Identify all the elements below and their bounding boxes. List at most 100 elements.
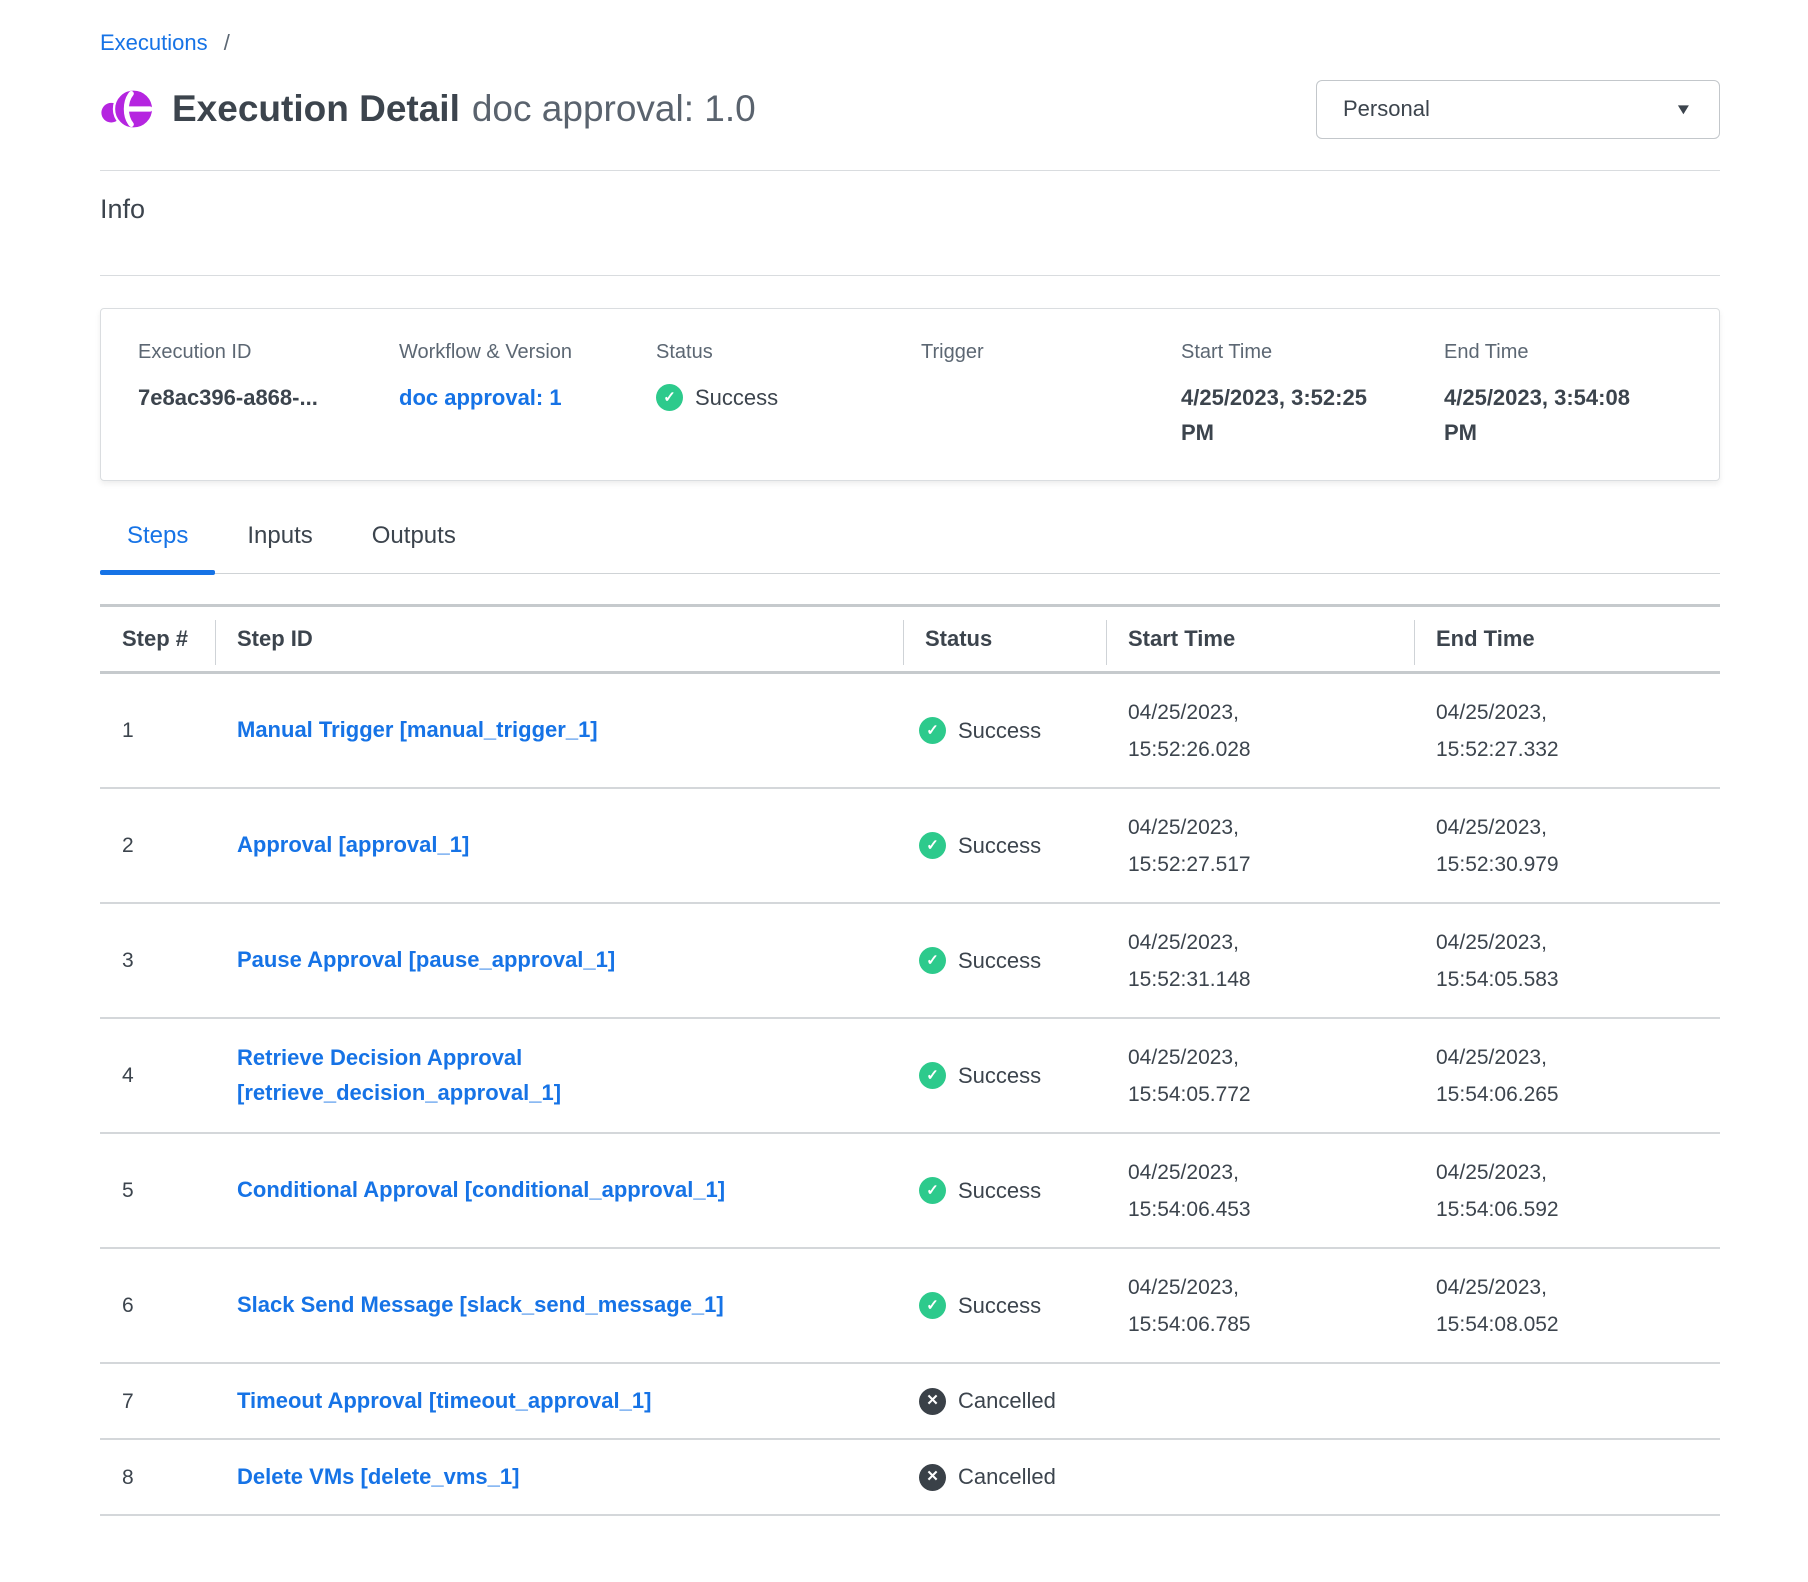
info-field-value: ✓Success [656, 380, 921, 415]
step-number: 7 [100, 1367, 215, 1436]
step-id-cell: Approval [approval_1] [215, 811, 903, 880]
end-time-cell [1414, 1367, 1720, 1436]
workflow-icon [100, 81, 156, 137]
step-id-link[interactable]: Timeout Approval [timeout_approval_1] [237, 1383, 651, 1418]
status-cell: ✕ Cancelled [903, 1446, 1106, 1508]
end-time-cell: 04/25/2023, 15:54:08.052 [1414, 1253, 1720, 1359]
info-field-label: End Time [1444, 339, 1699, 366]
scope-dropdown[interactable]: Personal ▼ [1316, 80, 1720, 139]
info-field-label: Workflow & Version [399, 339, 656, 366]
column-header-step-num: Step # [100, 607, 215, 671]
success-check-icon: ✓ [919, 1177, 946, 1204]
status-label: Cancelled [958, 1462, 1056, 1492]
success-check-icon: ✓ [919, 947, 946, 974]
start-time-cell: 04/25/2023, 15:52:26.028 [1106, 678, 1414, 784]
info-field: Trigger [921, 339, 1181, 450]
breadcrumb-separator: / [224, 30, 230, 55]
start-time-cell [1106, 1443, 1414, 1512]
steps-table-header: Step # Step ID Status Start Time End Tim… [100, 604, 1720, 674]
scope-dropdown-value: Personal [1343, 96, 1430, 122]
status-cell: ✓ Success [903, 930, 1106, 992]
success-check-icon: ✓ [919, 832, 946, 859]
column-header-start-time: Start Time [1106, 607, 1414, 671]
tab-steps[interactable]: Steps [100, 521, 215, 573]
info-field: Status ✓Success [656, 339, 921, 450]
divider [100, 275, 1720, 276]
table-row: 1 Manual Trigger [manual_trigger_1] ✓ Su… [100, 674, 1720, 789]
info-field: Execution ID 7e8ac396-a868-... [138, 339, 399, 450]
status-label: Success [958, 1061, 1041, 1091]
table-row: 2 Approval [approval_1] ✓ Success 04/25/… [100, 789, 1720, 904]
title-row: Execution Detail doc approval: 1.0 Person… [100, 78, 1720, 140]
table-row: 3 Pause Approval [pause_approval_1] ✓ Su… [100, 904, 1720, 1019]
info-heading: Info [100, 191, 1720, 227]
cancelled-x-icon: ✕ [919, 1388, 946, 1415]
step-number: 5 [100, 1156, 215, 1225]
tab-inputs[interactable]: Inputs [220, 521, 339, 573]
info-field-value: doc approval: 1 [399, 380, 656, 415]
status-label: Success [958, 831, 1041, 861]
breadcrumb-executions-link[interactable]: Executions [100, 30, 208, 55]
info-field-label: Status [656, 339, 921, 366]
column-header-end-time: End Time [1414, 607, 1720, 671]
step-id-cell: Timeout Approval [timeout_approval_1] [215, 1367, 903, 1436]
table-row: 7 Timeout Approval [timeout_approval_1] … [100, 1364, 1720, 1440]
chevron-down-icon: ▼ [1674, 101, 1693, 118]
start-time-cell: 04/25/2023, 15:52:31.148 [1106, 908, 1414, 1014]
step-id-link[interactable]: Conditional Approval [conditional_approv… [237, 1172, 725, 1207]
end-time-cell [1414, 1443, 1720, 1512]
column-header-status: Status [903, 607, 1106, 671]
status-cell: ✓ Success [903, 1275, 1106, 1337]
step-number: 6 [100, 1271, 215, 1340]
steps-table-body: 1 Manual Trigger [manual_trigger_1] ✓ Su… [100, 674, 1720, 1516]
info-field: End Time 4/25/2023, 3:54:08 PM [1444, 339, 1699, 450]
workflow-version-link[interactable]: doc approval: 1 [399, 385, 562, 410]
step-number: 1 [100, 696, 215, 765]
steps-table: Step # Step ID Status Start Time End Tim… [100, 604, 1720, 1516]
info-field-value: 4/25/2023, 3:52:25 PM [1181, 380, 1381, 450]
status-label: Success [958, 1176, 1041, 1206]
step-number: 2 [100, 811, 215, 880]
step-id-cell: Manual Trigger [manual_trigger_1] [215, 696, 903, 765]
status-cell: ✓ Success [903, 815, 1106, 877]
start-time-cell: 04/25/2023, 15:54:05.772 [1106, 1023, 1414, 1129]
info-field-label: Start Time [1181, 339, 1444, 366]
table-row: 6 Slack Send Message [slack_send_message… [100, 1249, 1720, 1364]
status-cell: ✓ Success [903, 700, 1106, 762]
end-time-cell: 04/25/2023, 15:52:27.332 [1414, 678, 1720, 784]
page-title: Execution Detail [172, 88, 460, 129]
step-id-cell: Delete VMs [delete_vms_1] [215, 1443, 903, 1512]
end-time-cell: 04/25/2023, 15:54:06.265 [1414, 1023, 1720, 1129]
step-id-link[interactable]: Manual Trigger [manual_trigger_1] [237, 712, 598, 747]
start-time-cell: 04/25/2023, 15:54:06.785 [1106, 1253, 1414, 1359]
status-label: Success [958, 946, 1041, 976]
tab-label: Inputs [247, 522, 312, 549]
tab-bar: Steps Inputs Outputs [100, 521, 1720, 574]
step-id-link[interactable]: Retrieve Decision Approval [retrieve_dec… [237, 1040, 797, 1110]
success-check-icon: ✓ [919, 1062, 946, 1089]
start-time-cell: 04/25/2023, 15:52:27.517 [1106, 793, 1414, 899]
start-time-cell [1106, 1367, 1414, 1436]
status-cell: ✕ Cancelled [903, 1370, 1106, 1432]
step-id-cell: Pause Approval [pause_approval_1] [215, 926, 903, 995]
step-id-link[interactable]: Pause Approval [pause_approval_1] [237, 942, 615, 977]
info-field: Workflow & Version doc approval: 1 [399, 339, 656, 450]
info-field-value: 7e8ac396-a868-... [138, 380, 399, 415]
page-subtitle: doc approval: 1.0 [472, 88, 756, 129]
step-id-link[interactable]: Delete VMs [delete_vms_1] [237, 1459, 519, 1494]
info-card: Execution ID 7e8ac396-a868-... Workflow … [100, 308, 1720, 481]
end-time-cell: 04/25/2023, 15:54:05.583 [1414, 908, 1720, 1014]
start-time-cell: 04/25/2023, 15:54:06.453 [1106, 1138, 1414, 1244]
cancelled-x-icon: ✕ [919, 1464, 946, 1491]
status-label: Cancelled [958, 1386, 1056, 1416]
tab-outputs[interactable]: Outputs [345, 521, 483, 573]
step-id-cell: Conditional Approval [conditional_approv… [215, 1156, 903, 1225]
info-field-value: 4/25/2023, 3:54:08 PM [1444, 380, 1644, 450]
table-row: 4 Retrieve Decision Approval [retrieve_d… [100, 1019, 1720, 1134]
step-id-link[interactable]: Slack Send Message [slack_send_message_1… [237, 1287, 724, 1322]
end-time-cell: 04/25/2023, 15:54:06.592 [1414, 1138, 1720, 1244]
table-row: 8 Delete VMs [delete_vms_1] ✕ Cancelled [100, 1440, 1720, 1516]
step-id-link[interactable]: Approval [approval_1] [237, 827, 469, 862]
step-id-cell: Slack Send Message [slack_send_message_1… [215, 1271, 903, 1340]
divider [100, 170, 1720, 171]
